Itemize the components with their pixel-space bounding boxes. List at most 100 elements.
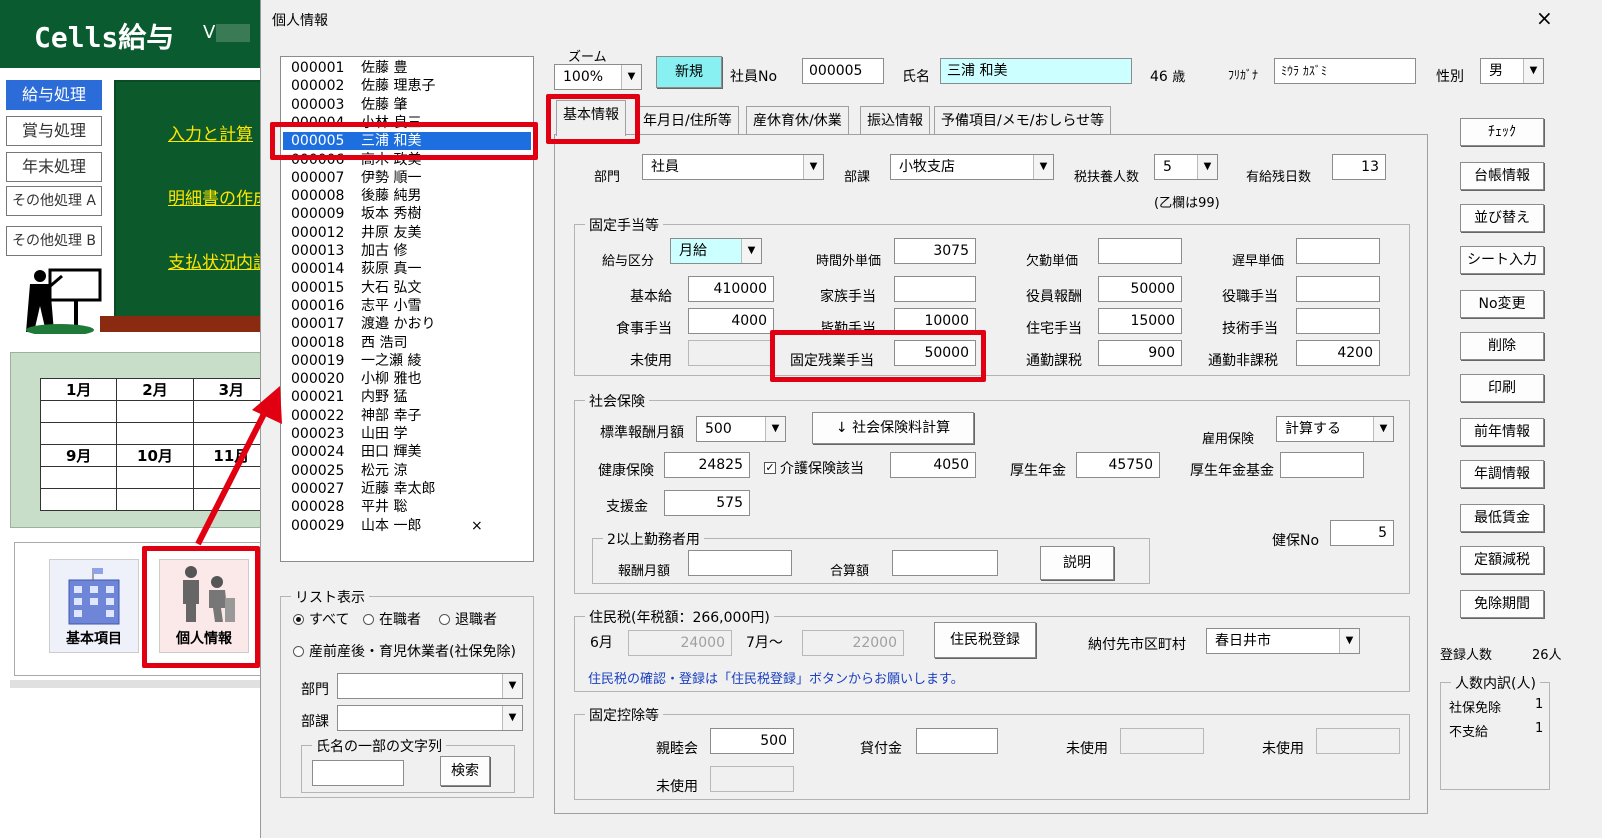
employee-row[interactable]: 000027 近藤 幸太郎 (291, 480, 435, 498)
radio-active[interactable]: 在職者 (363, 609, 421, 629)
right-button-2[interactable]: 並び替え (1460, 204, 1544, 232)
radio-leave[interactable]: 産前産後・育児休業者(社保免除) (293, 641, 516, 661)
employee-row[interactable]: 000004 小林 良三 (291, 114, 421, 132)
commute-nontax-field[interactable]: 4200 (1296, 340, 1380, 366)
employee-row[interactable]: 000009 坂本 秀樹 (291, 205, 421, 223)
link-input-calc[interactable]: 入力と計算 (168, 120, 253, 145)
employee-row[interactable]: 000005 三浦 和美 (283, 132, 531, 151)
kana-field[interactable]: ﾐｳﾗ ｶｽﾞﾐ (1274, 58, 1416, 84)
right-button-7[interactable]: 前年情報 (1460, 418, 1544, 446)
calc-social-insurance-button[interactable]: ↓ 社会保険料計算 (812, 412, 974, 444)
commute-taxable-field[interactable]: 900 (1098, 340, 1182, 366)
link-statement[interactable]: 明細書の作成 (168, 184, 270, 209)
housing-field[interactable]: 15000 (1098, 308, 1182, 334)
section-combo[interactable]: 小牧支店 ▼ (890, 154, 1054, 180)
right-button-4[interactable]: No変更 (1460, 290, 1544, 318)
tab-reserve[interactable]: 予備項目/メモ/おしらせ等 (934, 106, 1112, 134)
multi-total-field[interactable] (892, 550, 998, 576)
employee-row[interactable]: 000029 山本 一郎 × (291, 517, 483, 535)
dependents-combo[interactable]: 5 ▼ (1154, 154, 1218, 180)
employee-row[interactable]: 000025 松元 涼 (291, 462, 407, 480)
menu-salary[interactable]: 給与処理 (6, 80, 102, 110)
attendance-field[interactable]: 10000 (894, 308, 976, 334)
employee-row[interactable]: 000016 志平 小雪 (291, 297, 421, 315)
menu-other-a[interactable]: その他処理 A (6, 186, 102, 216)
loan-field[interactable] (916, 728, 998, 754)
menu-other-b[interactable]: その他処理 B (6, 226, 102, 256)
right-button-3[interactable]: シート入力 (1460, 246, 1544, 274)
employee-row[interactable]: 000021 内野 猛 (291, 388, 407, 406)
right-button-10[interactable]: 定額減税 (1460, 546, 1544, 574)
late-unit-field[interactable] (1296, 238, 1380, 264)
care-field[interactable]: 4050 (890, 452, 976, 478)
employee-row[interactable]: 000024 田口 輝美 (291, 443, 421, 461)
radio-all[interactable]: すべて (293, 609, 349, 629)
right-button-5[interactable]: 削除 (1460, 332, 1544, 360)
right-button-6[interactable]: 印刷 (1460, 374, 1544, 402)
health-field[interactable]: 24825 (664, 452, 750, 478)
employee-row[interactable]: 000012 井原 友美 (291, 224, 421, 242)
menu-bonus[interactable]: 賞与処理 (6, 116, 102, 146)
fixed-overtime-field[interactable]: 50000 (894, 340, 976, 366)
pay-type-combo[interactable]: 月給 ▼ (670, 238, 762, 264)
zoom-combo[interactable]: 100% ▼ (554, 64, 642, 90)
right-button-11[interactable]: 免除期間 (1460, 590, 1544, 618)
meal-field[interactable]: 4000 (688, 308, 774, 334)
name-field[interactable]: 三浦 和美 (940, 58, 1132, 84)
pension-fund-field[interactable] (1280, 452, 1364, 478)
health-no-field[interactable]: 5 (1330, 520, 1394, 546)
explain-button[interactable]: 説明 (1040, 546, 1114, 580)
employee-row[interactable]: 000014 荻原 真一 (291, 260, 421, 278)
employee-row[interactable]: 000001 佐藤 豊 (291, 59, 407, 77)
link-payment-status[interactable]: 支払状況内訳 (168, 248, 270, 273)
employee-row[interactable]: 000019 一之瀬 綾 (291, 352, 421, 370)
employee-row[interactable]: 000020 小柳 雅也 (291, 370, 421, 388)
employee-row[interactable]: 000028 平井 聡 (291, 498, 407, 516)
pension-field[interactable]: 45750 (1076, 452, 1160, 478)
employment-combo[interactable]: 計算する ▼ (1276, 416, 1394, 442)
right-button-9[interactable]: 最低賃金 (1460, 504, 1544, 532)
close-icon[interactable]: × (1536, 6, 1553, 30)
absence-unit-field[interactable] (1098, 238, 1182, 264)
employee-list[interactable]: 000001 佐藤 豊 000002 佐藤 理恵子 000003 佐藤 肇 000004 小林… (280, 56, 534, 562)
radio-retired[interactable]: 退職者 (439, 609, 497, 629)
list-section-combo[interactable]: ▼ (337, 705, 523, 731)
employee-row[interactable]: 000003 佐藤 肇 (291, 96, 407, 114)
overtime-unit-field[interactable]: 3075 (894, 238, 976, 264)
employee-row[interactable]: 000023 山田 学 (291, 425, 407, 443)
officer-field[interactable]: 50000 (1098, 276, 1182, 302)
skill-field[interactable] (1296, 308, 1380, 334)
tab-leave[interactable]: 産休育休/休業 (746, 106, 849, 134)
base-pay-field[interactable]: 410000 (688, 276, 774, 302)
dept-combo[interactable]: 社員 ▼ (642, 154, 824, 180)
name-search-input[interactable] (312, 760, 404, 786)
multi-monthly-field[interactable] (688, 550, 792, 576)
std-monthly-combo[interactable]: 500 ▼ (696, 416, 786, 442)
employee-row[interactable]: 000015 大石 弘文 (291, 279, 421, 297)
right-button-8[interactable]: 年調情報 (1460, 460, 1544, 488)
care-checkbox[interactable]: ✓ 介護保険該当 (764, 458, 864, 478)
family-field[interactable] (894, 276, 976, 302)
support-field[interactable]: 575 (664, 490, 750, 516)
employee-row[interactable]: 000006 高木 政美 (291, 151, 421, 169)
resident-tax-register-button[interactable]: 住民税登録 (934, 622, 1036, 658)
list-dept-combo[interactable]: ▼ (337, 673, 523, 699)
employee-row[interactable]: 000017 渡邉 かおり (291, 315, 435, 333)
new-button[interactable]: 新規 (656, 56, 722, 88)
employee-row[interactable]: 000008 後藤 純男 (291, 187, 421, 205)
right-button-1[interactable]: 台帳情報 (1460, 162, 1544, 190)
social-club-field[interactable]: 500 (710, 728, 794, 754)
search-button[interactable]: 検索 (440, 756, 490, 786)
city-combo[interactable]: 春日井市 ▼ (1206, 628, 1360, 654)
emp-no-field[interactable]: 000005 (802, 58, 884, 84)
right-button-0[interactable]: ﾁｪｯｸ (1460, 118, 1544, 146)
employee-row[interactable]: 000007 伊勢 順一 (291, 169, 421, 187)
paid-leave-field[interactable]: 13 (1332, 154, 1386, 180)
employee-row[interactable]: 000018 西 浩司 (291, 334, 407, 352)
basic-items-button[interactable]: 基本項目 (49, 559, 139, 653)
tab-dates-address[interactable]: 年月日/住所等 (636, 106, 739, 134)
tab-basic-info[interactable]: 基本情報 (556, 100, 626, 136)
employee-row[interactable]: 000013 加古 修 (291, 242, 407, 260)
employee-row[interactable]: 000002 佐藤 理恵子 (291, 77, 435, 95)
position-field[interactable] (1296, 276, 1380, 302)
